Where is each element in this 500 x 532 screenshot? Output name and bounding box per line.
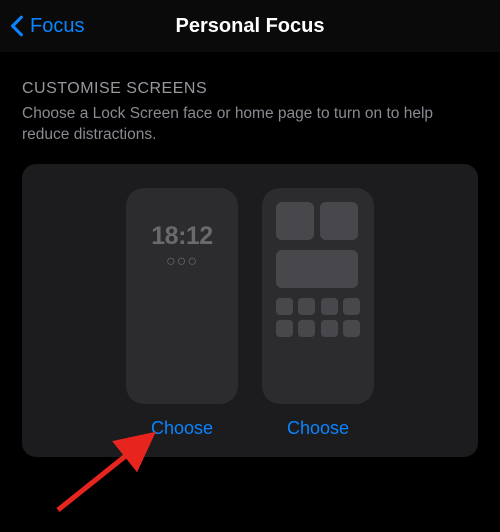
widget-row — [276, 202, 360, 240]
home-screen-preview[interactable] — [262, 188, 374, 404]
app-icon — [276, 298, 293, 315]
screens-card: 18:12 ○○○ Choose — [22, 164, 478, 457]
screens-row: 18:12 ○○○ Choose — [22, 188, 478, 439]
app-icon — [343, 320, 360, 337]
app-icon — [298, 298, 315, 315]
back-button[interactable]: Focus — [0, 15, 84, 38]
lock-screen-option: 18:12 ○○○ Choose — [126, 188, 238, 439]
customise-section: CUSTOMISE SCREENS Choose a Lock Screen f… — [0, 52, 500, 457]
lock-dots-icon: ○○○ — [166, 253, 198, 271]
lock-time: 18:12 — [151, 222, 212, 251]
choose-home-button[interactable]: Choose — [287, 418, 349, 439]
app-icon — [321, 298, 338, 315]
widget-icon — [276, 202, 314, 240]
page-title: Personal Focus — [176, 15, 325, 38]
section-description: Choose a Lock Screen face or home page t… — [22, 104, 478, 146]
app-icon — [276, 320, 293, 337]
app-icon — [343, 298, 360, 315]
app-icon — [321, 320, 338, 337]
widget-wide-icon — [276, 250, 358, 288]
app-icon — [298, 320, 315, 337]
widget-icon — [320, 202, 358, 240]
nav-bar: Focus Personal Focus — [0, 0, 500, 52]
choose-lock-button[interactable]: Choose — [151, 418, 213, 439]
home-screen-option: Choose — [262, 188, 374, 439]
app-icon-grid — [276, 298, 360, 337]
back-label: Focus — [30, 15, 84, 38]
section-header: CUSTOMISE SCREENS — [22, 80, 478, 98]
lock-screen-preview[interactable]: 18:12 ○○○ — [126, 188, 238, 404]
chevron-left-icon — [10, 15, 24, 37]
